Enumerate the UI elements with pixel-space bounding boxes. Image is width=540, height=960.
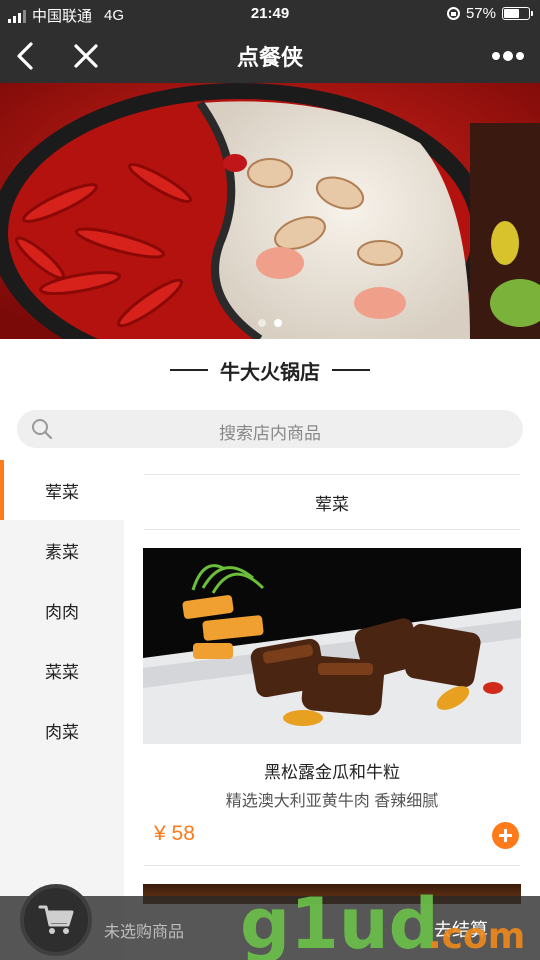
svg-text:.com: .com xyxy=(428,916,525,957)
dish-name: 黑松露金瓜和牛粒 xyxy=(264,763,400,782)
sidebar-item-label: 菜菜 xyxy=(45,662,79,682)
dish-description: 精选澳大利亚黄牛肉 香辣细腻 xyxy=(225,793,439,810)
dish-image[interactable] xyxy=(143,548,521,744)
divider xyxy=(332,369,370,371)
sidebar-item-rou-rou[interactable]: 肉肉 xyxy=(0,580,124,640)
divider xyxy=(170,369,208,371)
status-right: 57% xyxy=(446,5,533,22)
carousel-dot-active[interactable] xyxy=(274,319,282,327)
battery-icon xyxy=(502,7,533,20)
sidebar-item-su-cai[interactable]: 素菜 xyxy=(0,520,124,580)
sidebar-item-rou-cai[interactable]: 肉菜 xyxy=(0,700,124,760)
category-title: 荤菜 xyxy=(144,474,520,530)
dish-price: ¥ 58 xyxy=(154,822,195,845)
svg-text:g1ud: g1ud xyxy=(240,883,439,960)
page-title: 点餐侠 xyxy=(236,45,303,70)
sidebar-item-label: 肉菜 xyxy=(45,722,79,742)
battery-fill xyxy=(504,9,519,18)
banner-carousel[interactable] xyxy=(0,83,540,339)
carousel-dot[interactable] xyxy=(258,319,266,327)
more-dots-icon[interactable] xyxy=(488,38,528,74)
search-input[interactable]: 搜索店内商品 xyxy=(17,410,523,448)
divider xyxy=(144,865,520,866)
carousel-dots xyxy=(0,319,540,327)
store-header: 牛大火锅店 xyxy=(0,352,540,388)
sidebar-item-hun-cai[interactable]: 荤菜 xyxy=(0,460,124,520)
cart-button[interactable] xyxy=(20,884,92,956)
hotpot-image xyxy=(0,83,540,339)
search-placeholder: 搜索店内商品 xyxy=(219,424,321,443)
sidebar-item-label: 肉肉 xyxy=(45,602,79,622)
sidebar-item-label: 荤菜 xyxy=(45,482,79,502)
watermark-logo: g1ud .com xyxy=(240,880,530,960)
dish-photo xyxy=(143,548,521,744)
cart-icon xyxy=(38,904,74,936)
status-bar: 中国联通 4G 21:49 57% xyxy=(0,0,540,28)
battery-percent: 57% xyxy=(465,5,496,22)
add-to-cart-button[interactable] xyxy=(492,822,519,849)
sidebar-item-cai-cai[interactable]: 菜菜 xyxy=(0,640,124,700)
orientation-lock-icon xyxy=(446,7,460,20)
store-name: 牛大火锅店 xyxy=(220,361,320,384)
sidebar-item-label: 素菜 xyxy=(45,542,79,562)
cart-empty-text: 未选购商品 xyxy=(104,924,185,941)
nav-bar: 点餐侠 xyxy=(0,28,540,83)
